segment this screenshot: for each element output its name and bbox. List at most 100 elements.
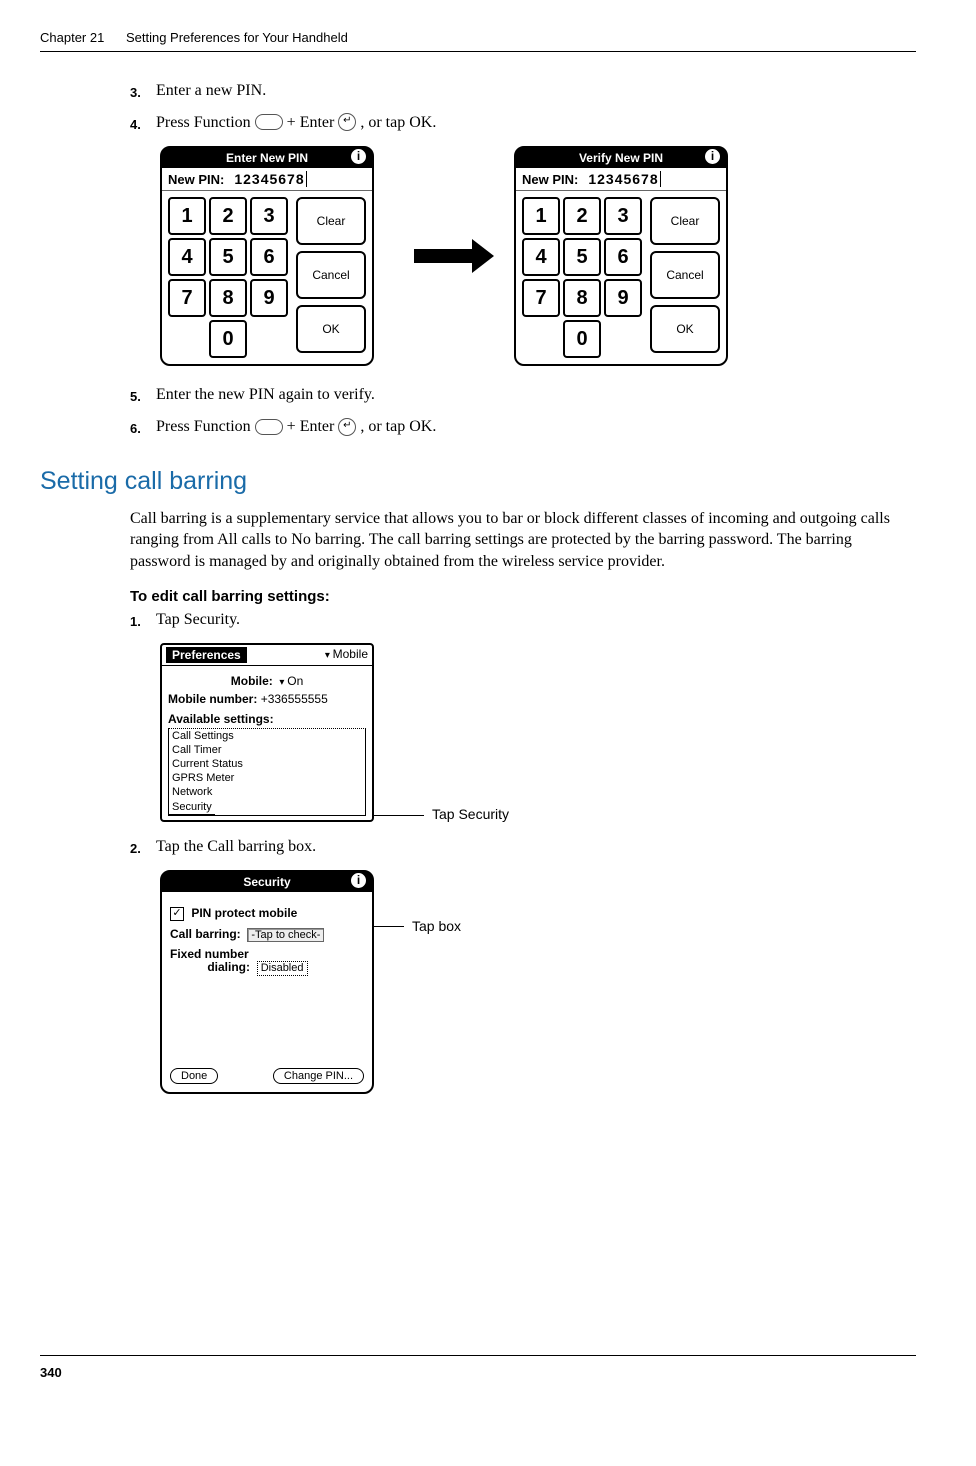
info-icon[interactable]: i bbox=[705, 149, 720, 164]
key-8[interactable]: 8 bbox=[209, 279, 247, 317]
step-number: 3. bbox=[130, 85, 141, 100]
ok-button[interactable]: OK bbox=[650, 305, 720, 353]
cancel-button[interactable]: Cancel bbox=[296, 251, 366, 299]
screen-titlebar: Security i bbox=[162, 872, 372, 892]
subheading: To edit call barring settings: bbox=[130, 588, 916, 605]
step-text-a: Press Function bbox=[156, 418, 255, 435]
key-7[interactable]: 7 bbox=[522, 279, 560, 317]
pin-display-row: New PIN: 12345678 bbox=[516, 168, 726, 191]
call-barring-box[interactable]: -Tap to check- bbox=[247, 928, 324, 942]
step-text: Tap Security. bbox=[156, 611, 240, 628]
key-4[interactable]: 4 bbox=[522, 238, 560, 276]
key-3[interactable]: 3 bbox=[604, 197, 642, 235]
screen-title: Enter New PIN bbox=[226, 151, 308, 165]
step-text: Enter the new PIN again to verify. bbox=[156, 386, 375, 403]
footer-rule bbox=[40, 1355, 916, 1356]
step-number: 2. bbox=[130, 841, 141, 856]
screen-title: Security bbox=[243, 875, 290, 889]
pin-value: 12345678 bbox=[588, 171, 660, 187]
info-icon[interactable]: i bbox=[351, 149, 366, 164]
key-0[interactable]: 0 bbox=[209, 320, 247, 358]
key-8[interactable]: 8 bbox=[563, 279, 601, 317]
key-9[interactable]: 9 bbox=[604, 279, 642, 317]
change-pin-button[interactable]: Change PIN... bbox=[273, 1068, 364, 1084]
enter-key-icon bbox=[338, 418, 356, 436]
mobile-number-value: +336555555 bbox=[261, 692, 328, 706]
numeric-keypad: 1 2 3 4 5 6 7 8 9 0 bbox=[522, 197, 642, 358]
key-1[interactable]: 1 bbox=[522, 197, 560, 235]
pin-label: New PIN: bbox=[168, 172, 224, 187]
key-6[interactable]: 6 bbox=[604, 238, 642, 276]
list-item[interactable]: Current Status bbox=[169, 757, 365, 771]
step-text-a: Press Function bbox=[156, 114, 255, 131]
key-5[interactable]: 5 bbox=[209, 238, 247, 276]
mobile-number-label: Mobile number: bbox=[168, 692, 257, 706]
callout-line bbox=[374, 815, 424, 816]
fixed-number-label-a: Fixed number bbox=[170, 947, 249, 961]
step-text: Enter a new PIN. bbox=[156, 82, 266, 99]
pin-display-row: New PIN: 12345678 bbox=[162, 168, 372, 191]
function-key-icon bbox=[255, 114, 283, 130]
key-9[interactable]: 9 bbox=[250, 279, 288, 317]
info-icon[interactable]: i bbox=[351, 873, 366, 888]
cancel-button[interactable]: Cancel bbox=[650, 251, 720, 299]
enter-key-icon bbox=[338, 113, 356, 131]
security-screen: Security i ✓ PIN protect mobile Call bar… bbox=[160, 870, 374, 1094]
step-5: 5. Enter the new PIN again to verify. bbox=[130, 386, 916, 404]
key-6[interactable]: 6 bbox=[250, 238, 288, 276]
step-text: Tap the Call barring box. bbox=[156, 838, 316, 855]
step-number: 5. bbox=[130, 389, 141, 404]
call-barring-label: Call barring: bbox=[170, 927, 241, 941]
step-text-b: + Enter bbox=[287, 418, 339, 435]
step-1: 1. Tap Security. bbox=[130, 611, 916, 629]
step-text-c: , or tap OK. bbox=[360, 114, 436, 131]
pin-screens-row: Enter New PIN i New PIN: 12345678 1 2 3 … bbox=[160, 146, 916, 366]
done-button[interactable]: Done bbox=[170, 1068, 218, 1084]
key-1[interactable]: 1 bbox=[168, 197, 206, 235]
pin-label: New PIN: bbox=[522, 172, 578, 187]
list-item[interactable]: Call Timer bbox=[169, 743, 365, 757]
screen-titlebar: Enter New PIN i bbox=[162, 148, 372, 168]
key-7[interactable]: 7 bbox=[168, 279, 206, 317]
section-body: Call barring is a supplementary service … bbox=[130, 508, 916, 573]
key-0[interactable]: 0 bbox=[563, 320, 601, 358]
mobile-label: Mobile: bbox=[231, 674, 273, 688]
step-text-c: , or tap OK. bbox=[360, 418, 436, 435]
arrow-right-icon bbox=[414, 249, 474, 263]
chapter-number: Chapter 21 bbox=[40, 30, 104, 45]
callout-line bbox=[374, 926, 404, 927]
callout-tap-security: Tap Security bbox=[432, 806, 509, 822]
fixed-dialing-box[interactable]: Disabled bbox=[257, 961, 308, 975]
key-4[interactable]: 4 bbox=[168, 238, 206, 276]
key-3[interactable]: 3 bbox=[250, 197, 288, 235]
list-item[interactable]: Network bbox=[169, 785, 365, 799]
step-number: 1. bbox=[130, 614, 141, 629]
step-text-b: + Enter bbox=[287, 114, 339, 131]
step-6: 6. Press Function + Enter , or tap OK. bbox=[130, 418, 916, 436]
clear-button[interactable]: Clear bbox=[296, 197, 366, 245]
clear-button[interactable]: Clear bbox=[650, 197, 720, 245]
pref-title: Preferences bbox=[166, 647, 247, 663]
ok-button[interactable]: OK bbox=[296, 305, 366, 353]
page-number: 340 bbox=[40, 1365, 62, 1380]
screen-title: Verify New PIN bbox=[579, 151, 663, 165]
enter-pin-screen: Enter New PIN i New PIN: 12345678 1 2 3 … bbox=[160, 146, 374, 366]
key-2[interactable]: 2 bbox=[563, 197, 601, 235]
key-2[interactable]: 2 bbox=[209, 197, 247, 235]
callout-tap-box: Tap box bbox=[412, 918, 461, 934]
list-item-security[interactable]: Security bbox=[169, 800, 215, 815]
section-heading: Setting call barring bbox=[40, 467, 916, 496]
step-4: 4. Press Function + Enter , or tap OK. bbox=[130, 114, 916, 132]
preferences-screen: Preferences Mobile Mobile: On Mobile num… bbox=[160, 643, 374, 822]
pin-value: 12345678 bbox=[234, 171, 306, 187]
list-item[interactable]: GPRS Meter bbox=[169, 771, 365, 785]
pin-protect-checkbox[interactable]: ✓ bbox=[170, 907, 184, 921]
pref-category-dropdown[interactable]: Mobile bbox=[325, 647, 368, 663]
screen-titlebar: Verify New PIN i bbox=[516, 148, 726, 168]
key-5[interactable]: 5 bbox=[563, 238, 601, 276]
mobile-status-dropdown[interactable]: On bbox=[279, 674, 303, 688]
verify-pin-screen: Verify New PIN i New PIN: 12345678 1 2 3… bbox=[514, 146, 728, 366]
list-item[interactable]: Call Settings bbox=[169, 729, 365, 743]
step-2: 2. Tap the Call barring box. bbox=[130, 838, 916, 856]
chapter-title: Setting Preferences for Your Handheld bbox=[126, 30, 348, 45]
